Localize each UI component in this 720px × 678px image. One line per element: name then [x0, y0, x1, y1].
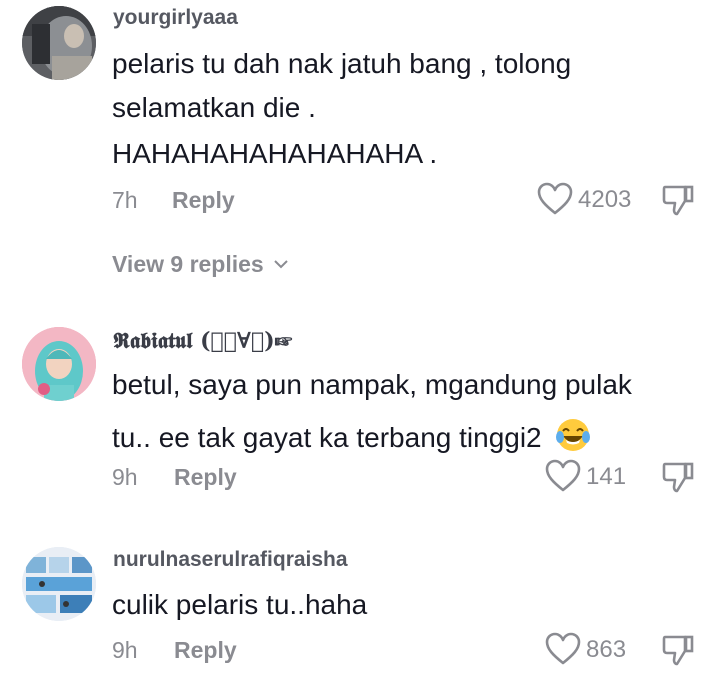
comment-text-line: tu.. ee tak gayat ka terbang tinggi2 — [112, 417, 591, 453]
avatar[interactable] — [22, 547, 96, 621]
thumbs-down-icon — [662, 462, 694, 493]
thumbs-down-icon — [662, 185, 694, 216]
view-replies-button[interactable]: View 9 replies — [112, 251, 288, 278]
avatar-photo — [22, 6, 96, 80]
reply-button[interactable]: Reply — [172, 187, 235, 214]
dislike-button[interactable] — [661, 633, 695, 667]
avatar[interactable] — [22, 6, 96, 80]
dislike-button[interactable] — [661, 183, 695, 217]
avatar[interactable] — [22, 327, 96, 401]
reply-button[interactable]: Reply — [174, 464, 237, 491]
heart-icon — [545, 459, 581, 492]
like-count: 4203 — [578, 186, 632, 213]
heart-icon — [545, 632, 581, 665]
comment-item: nurulnaserulrafiqraisha culik pelaris tu… — [0, 540, 720, 678]
dislike-button[interactable] — [661, 460, 695, 494]
thumbs-down-icon — [662, 635, 694, 666]
username[interactable]: nurulnaserulrafiqraisha — [113, 548, 348, 572]
like-button[interactable] — [545, 459, 581, 493]
username[interactable]: yourgirlyaaa — [113, 6, 238, 30]
like-button[interactable] — [545, 632, 581, 666]
like-button[interactable] — [537, 182, 573, 216]
heart-icon — [537, 182, 573, 215]
like-count: 141 — [586, 463, 627, 490]
username[interactable]: 𝕽𝖆𝖇𝖎𝖆𝖙𝖚𝖑 (☞ﾟ∀ﾟ)☞ — [113, 328, 292, 354]
comment-text-line: selamatkan die . — [112, 92, 316, 123]
comment-timestamp: 9h — [112, 464, 138, 490]
laughing-tears-emoji-icon — [555, 417, 591, 453]
like-count: 863 — [586, 636, 627, 663]
comment-text: tu.. ee tak gayat ka terbang tinggi2 — [112, 422, 542, 453]
comment-text-line: pelaris tu dah nak jatuh bang , tolong — [112, 48, 572, 79]
comment-text-line: betul, saya pun nampak, mgandung pulak — [112, 369, 632, 400]
comment-text-line: HAHAHAHAHAHAHAHA . — [112, 138, 438, 169]
comment-timestamp: 9h — [112, 637, 138, 663]
comment-item: yourgirlyaaa pelaris tu dah nak jatuh ba… — [0, 0, 720, 290]
avatar-photo — [22, 327, 96, 401]
avatar-photo — [22, 547, 96, 621]
comment-timestamp: 7h — [112, 187, 138, 213]
chevron-down-icon — [274, 260, 288, 269]
view-replies-label: View 9 replies — [112, 251, 264, 277]
comment-text-line: culik pelaris tu..haha — [112, 589, 368, 620]
reply-button[interactable]: Reply — [174, 637, 237, 664]
comment-item: 𝕽𝖆𝖇𝖎𝖆𝖙𝖚𝖑 (☞ﾟ∀ﾟ)☞ betul, saya pun nampak,… — [0, 320, 720, 510]
